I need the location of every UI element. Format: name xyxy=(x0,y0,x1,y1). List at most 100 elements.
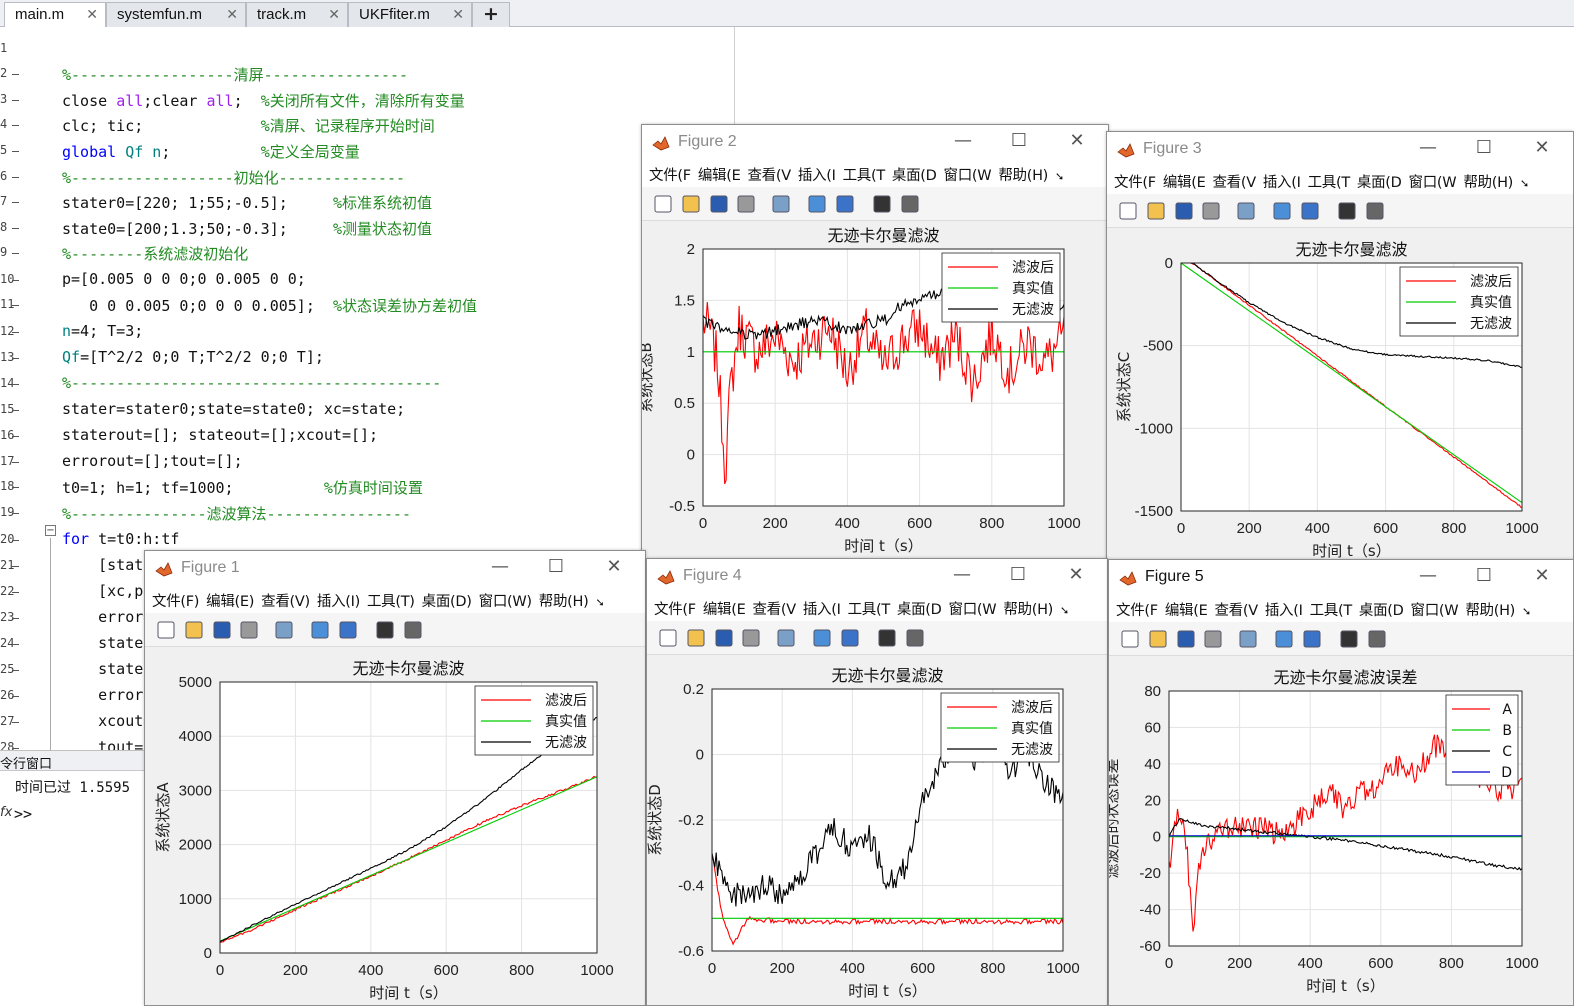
menu-item[interactable]: 插入(I xyxy=(1263,168,1301,192)
colorbar-icon[interactable] xyxy=(806,193,828,215)
maximize-icon[interactable]: ☐ xyxy=(545,557,567,579)
maximize-icon[interactable]: ☐ xyxy=(1008,131,1030,153)
property-editor-icon[interactable] xyxy=(899,193,921,215)
plot-area[interactable]: 0 200 400 600 800 1000 0 1000 2000 3000 4000 5000 无迹… xyxy=(145,647,646,1006)
code-line[interactable]: xcout= xyxy=(62,712,152,730)
plot-area[interactable]: 0 200 400 600 800 1000-0.500.511.52无迹卡尔曼滤波时间 … xyxy=(642,221,1109,560)
menu-item[interactable]: 工具(T) xyxy=(367,587,415,611)
link-plot-icon[interactable] xyxy=(1237,628,1259,650)
menu-item[interactable]: 工具(T xyxy=(843,161,886,185)
open-folder-icon[interactable] xyxy=(1145,200,1167,222)
colorbar-icon[interactable] xyxy=(811,627,833,649)
add-tab-button[interactable]: + xyxy=(472,2,510,27)
fx-icon[interactable]: fx xyxy=(0,805,12,820)
menu-item[interactable]: 帮助(H) xyxy=(1463,168,1513,192)
code-line[interactable]: [xc,p] xyxy=(62,582,152,600)
tab-ukffiter[interactable]: UKFfiter.m ✕ xyxy=(348,2,472,27)
more-menu-icon[interactable]: ➘ xyxy=(596,593,605,609)
pointer-icon[interactable] xyxy=(1338,628,1360,650)
menu-item[interactable]: 编辑(E xyxy=(703,595,746,619)
plot-area[interactable]: 0 200 400 600 800 1000 -1500 -1000 -500 0 无迹卡尔曼滤波时… xyxy=(1107,228,1574,561)
colorbar-icon[interactable] xyxy=(1271,200,1293,222)
code-line[interactable]: global Qf n; %定义全局变量 xyxy=(62,141,360,162)
figure-window-f3[interactable]: Figure 3 — ☐ ✕ 文件(F 编辑(E 查看(V 插入(I 工具(T 桌面(D 窗… xyxy=(1106,131,1574,561)
menu-item[interactable]: 查看(V xyxy=(1212,168,1256,192)
save-icon[interactable] xyxy=(1173,200,1195,222)
menu-item[interactable]: 工具(T xyxy=(1308,168,1351,192)
close-icon[interactable]: ✕ xyxy=(328,6,340,23)
close-icon[interactable]: ✕ xyxy=(86,6,98,23)
more-menu-icon[interactable]: ➘ xyxy=(1055,167,1064,183)
close-icon[interactable]: ✕ xyxy=(1065,565,1087,587)
menu-item[interactable]: 桌面(D xyxy=(897,595,942,619)
new-file-icon[interactable] xyxy=(1119,628,1141,650)
close-icon[interactable]: ✕ xyxy=(1531,138,1553,160)
link-plot-icon[interactable] xyxy=(770,193,792,215)
maximize-icon[interactable]: ☐ xyxy=(1473,138,1495,160)
code-line[interactable]: %---------------------------------------… xyxy=(62,374,441,392)
menu-item[interactable]: 窗口(W xyxy=(949,595,997,619)
figure-window-f1[interactable]: Figure 1 — ☐ ✕ 文件(F) 编辑(E) 查看(V) 插入(I) 工具(T)… xyxy=(144,550,646,1006)
maximize-icon[interactable]: ☐ xyxy=(1007,565,1029,587)
menu-item[interactable]: 插入(I xyxy=(798,161,836,185)
save-icon[interactable] xyxy=(708,193,730,215)
menu-item[interactable]: 插入(I) xyxy=(317,587,360,611)
menu-item[interactable]: 帮助(H) xyxy=(539,587,589,611)
more-menu-icon[interactable]: ➘ xyxy=(1520,174,1529,190)
pointer-icon[interactable] xyxy=(374,619,396,641)
property-editor-icon[interactable] xyxy=(1364,200,1386,222)
plot-area[interactable]: 0 200 400 600 800 1000 -0.6 -0.4 -0.2 0 0.2 无迹卡尔曼滤波… xyxy=(647,655,1108,1006)
close-icon[interactable]: ✕ xyxy=(1531,566,1553,588)
code-line[interactable]: %--------系统滤波初始化 xyxy=(62,243,248,264)
code-line[interactable]: clc; tic; %清屏、记录程序开始时间 xyxy=(62,115,435,136)
menu-item[interactable]: 窗口(W xyxy=(1411,596,1459,620)
tab-systemfun[interactable]: systemfun.m ✕ xyxy=(106,2,246,27)
code-line[interactable]: staterout=[]; stateout=[];xcout=[]; xyxy=(62,426,378,444)
menu-item[interactable]: 桌面(D) xyxy=(422,587,472,611)
menu-item[interactable]: 文件(F xyxy=(654,595,696,619)
property-editor-icon[interactable] xyxy=(1366,628,1388,650)
menu-item[interactable]: 插入(I xyxy=(1265,596,1303,620)
command-window[interactable]: 命令行窗口 时间已过 1.5595 fx >> xyxy=(0,750,150,1006)
code-line[interactable]: p=[0.005 0 0 0;0 0.005 0 0; xyxy=(62,270,306,288)
menu-item[interactable]: 文件(F xyxy=(1116,596,1158,620)
menu-item[interactable]: 查看(V) xyxy=(261,587,310,611)
new-file-icon[interactable] xyxy=(1117,200,1139,222)
code-line[interactable]: stater0=[220; 1;55;-0.5]; %标准系统初值 xyxy=(62,192,432,213)
colorbar-icon[interactable] xyxy=(309,619,331,641)
legend-icon[interactable] xyxy=(1299,200,1321,222)
menu-item[interactable]: 窗口(W xyxy=(944,161,992,185)
print-icon[interactable] xyxy=(740,627,762,649)
tab-main[interactable]: main.m ✕ xyxy=(4,2,106,28)
print-icon[interactable] xyxy=(238,619,260,641)
menu-item[interactable]: 桌面(D xyxy=(892,161,937,185)
menu-item[interactable]: 帮助(H) xyxy=(1465,596,1515,620)
menu-item[interactable]: 文件(F xyxy=(1114,168,1156,192)
minimize-icon[interactable]: — xyxy=(951,565,973,587)
save-icon[interactable] xyxy=(211,619,233,641)
minimize-icon[interactable]: — xyxy=(489,557,511,579)
menu-item[interactable]: 窗口(W xyxy=(1409,168,1457,192)
link-plot-icon[interactable] xyxy=(775,627,797,649)
minimize-icon[interactable]: — xyxy=(952,131,974,153)
code-line[interactable]: t0=1; h=1; tf=1000; %仿真时间设置 xyxy=(62,477,423,498)
new-file-icon[interactable] xyxy=(155,619,177,641)
colorbar-icon[interactable] xyxy=(1273,628,1295,650)
code-line[interactable]: n=4; T=3; xyxy=(62,322,143,340)
pointer-icon[interactable] xyxy=(876,627,898,649)
code-line[interactable]: stater xyxy=(62,634,152,652)
code-line[interactable]: errorc xyxy=(62,686,152,704)
new-file-icon[interactable] xyxy=(652,193,674,215)
minimize-icon[interactable]: — xyxy=(1417,566,1439,588)
code-line[interactable]: 0 0 0.005 0;0 0 0 0.005]; %状态误差协方差初值 xyxy=(62,295,477,316)
fold-toggle-icon[interactable]: − xyxy=(45,525,56,536)
figure-title-bar[interactable]: Figure 2 — ☐ ✕ xyxy=(642,125,1108,161)
code-line[interactable]: error= xyxy=(62,608,152,626)
link-plot-icon[interactable] xyxy=(1235,200,1257,222)
legend-icon[interactable] xyxy=(337,619,359,641)
menu-item[interactable]: 工具(T xyxy=(848,595,891,619)
minimize-icon[interactable]: — xyxy=(1417,138,1439,160)
pointer-icon[interactable] xyxy=(1336,200,1358,222)
more-menu-icon[interactable]: ➘ xyxy=(1522,602,1531,618)
pointer-icon[interactable] xyxy=(871,193,893,215)
